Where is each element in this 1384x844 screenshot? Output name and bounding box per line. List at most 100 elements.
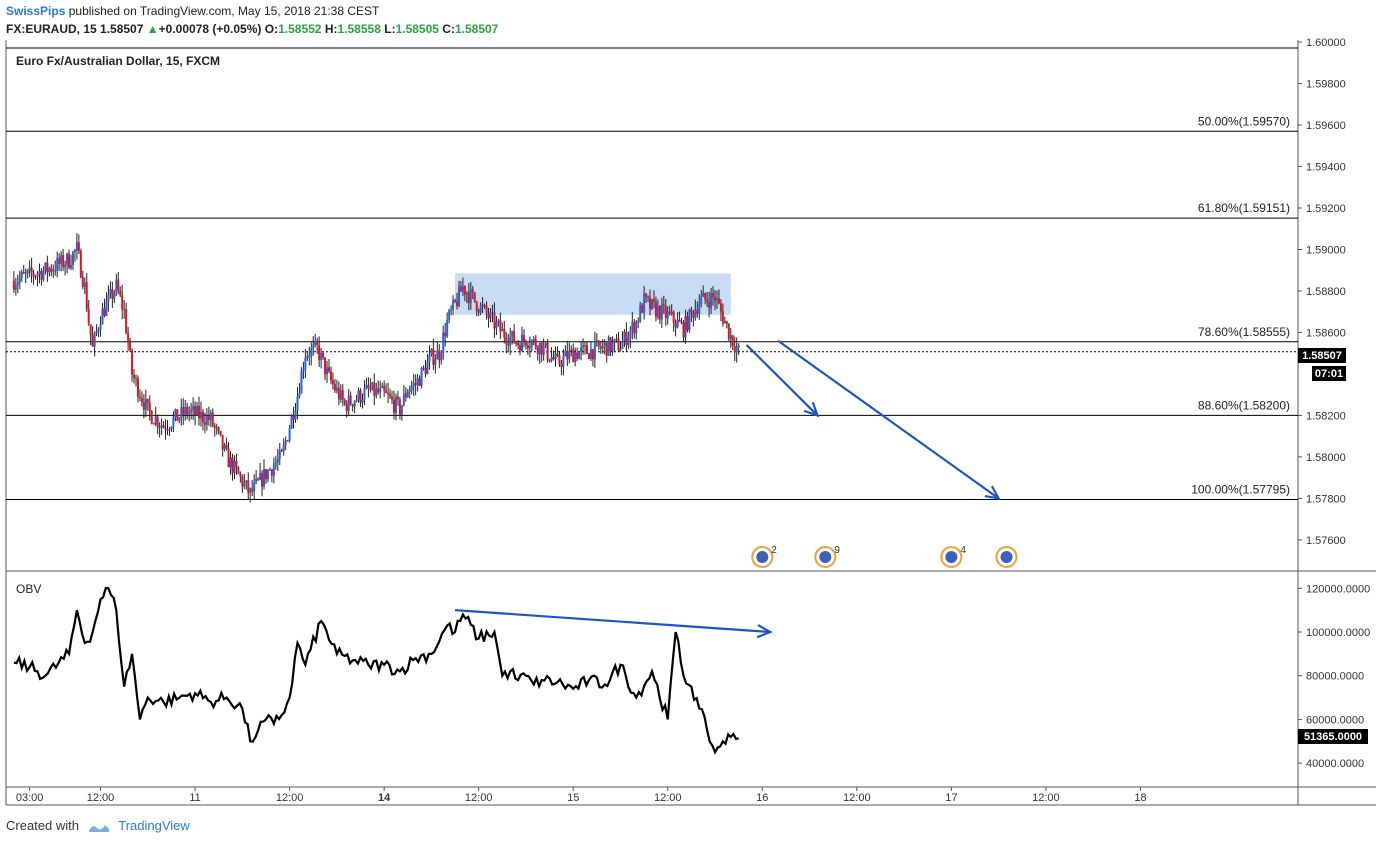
candle-body xyxy=(339,390,342,400)
tradingview-link[interactable]: TradingView xyxy=(118,818,190,833)
candle-body xyxy=(700,296,703,304)
price-tick-label: 1.59400 xyxy=(1306,162,1346,174)
candle-body xyxy=(129,342,132,351)
candle-body xyxy=(670,311,673,314)
candle-body xyxy=(174,409,177,418)
candle-body xyxy=(375,388,378,396)
candle-body xyxy=(442,332,445,354)
candle-body xyxy=(446,319,449,337)
chart-canvas[interactable]: 50.00%(1.59570) 61.80%(1.59151) 78.60%(1.5… xyxy=(0,0,1384,844)
candle-body xyxy=(148,402,151,412)
candle-body xyxy=(422,367,425,369)
candle-body xyxy=(489,312,492,319)
obv-tick-label: 100000.0000 xyxy=(1306,627,1370,639)
resistance-zone[interactable] xyxy=(455,273,731,315)
candle-body xyxy=(219,431,222,436)
candle-body xyxy=(156,416,159,428)
candle-body xyxy=(586,345,589,354)
candle-body xyxy=(123,309,126,311)
time-axis[interactable]: 03:00 12:00 11 12:00 14 12:00 15 12:00 16 12:00 17… xyxy=(16,787,1147,804)
candle-body xyxy=(247,480,250,493)
candle-body xyxy=(87,309,90,325)
candle-body xyxy=(532,339,535,341)
candle-body xyxy=(62,255,65,268)
event-markers[interactable]: 2 9 4 xyxy=(751,545,1018,568)
candle-body xyxy=(625,331,628,346)
price-tick-label: 1.60000 xyxy=(1306,37,1346,49)
candle-body xyxy=(274,462,277,466)
candle-body xyxy=(158,426,161,428)
candle-body xyxy=(103,308,106,316)
candle-body xyxy=(621,340,624,349)
candle-body xyxy=(105,301,108,316)
candle-body xyxy=(400,405,403,415)
candle-body xyxy=(75,242,78,251)
price-axis[interactable]: 1.60000 1.59800 1.59600 1.59400 1.59200 1.590… xyxy=(1298,37,1346,547)
candle-body xyxy=(432,348,435,365)
candle-body xyxy=(40,271,43,280)
candle-body xyxy=(85,282,88,310)
candle-body xyxy=(365,384,368,389)
candle-body xyxy=(708,302,711,308)
candle-body xyxy=(560,364,563,368)
candle-body xyxy=(93,333,96,347)
candle-body xyxy=(416,378,419,386)
created-with-text: Created with xyxy=(6,818,79,833)
time-tick-label: 16 xyxy=(756,792,768,804)
candle-body xyxy=(436,350,439,360)
candle-body xyxy=(298,393,301,397)
candle-body xyxy=(714,297,717,301)
candle-body xyxy=(54,269,57,271)
price-tick-label: 1.58200 xyxy=(1306,410,1346,422)
candle-body xyxy=(544,342,547,346)
candle-body xyxy=(469,288,472,303)
candle-body xyxy=(162,425,165,428)
price-tick-label: 1.59800 xyxy=(1306,79,1346,91)
candle-body xyxy=(692,312,695,318)
candle-body xyxy=(664,306,667,318)
candle-body xyxy=(286,440,289,442)
candle-body xyxy=(418,378,421,386)
candle-body xyxy=(259,472,262,480)
candle-body xyxy=(227,448,230,468)
candle-body xyxy=(676,319,679,328)
candle-body xyxy=(121,295,124,310)
candle-body xyxy=(351,404,354,407)
candle-body xyxy=(463,286,466,295)
candle-body xyxy=(733,345,736,353)
candle-body xyxy=(184,406,187,415)
candle-body xyxy=(243,482,246,487)
candle-body xyxy=(534,339,537,348)
candle-body xyxy=(662,304,665,307)
candle-body xyxy=(154,416,157,425)
candle-body xyxy=(14,285,17,290)
candle-body xyxy=(294,410,297,420)
forecast-arrows[interactable] xyxy=(454,339,1001,639)
candle-body xyxy=(440,353,443,361)
candle-body xyxy=(172,417,175,428)
candle-body xyxy=(645,293,648,297)
candle-body xyxy=(278,450,281,459)
candle-body xyxy=(371,382,374,390)
candle-body xyxy=(144,398,147,410)
candle-body xyxy=(501,328,504,332)
candle-body xyxy=(582,345,585,348)
candle-body xyxy=(542,345,545,355)
candle-body xyxy=(434,359,437,365)
candle-body xyxy=(357,390,360,400)
fib-label: 50.00%(1.59570) xyxy=(1198,114,1290,128)
candle-body xyxy=(207,415,210,420)
candle-body xyxy=(495,321,498,329)
candle-body xyxy=(649,297,652,309)
candle-body xyxy=(389,394,392,397)
candle-body xyxy=(341,390,344,400)
obv-tick-label: 80000.0000 xyxy=(1306,671,1364,683)
candle-body xyxy=(410,386,413,390)
candle-body xyxy=(48,268,51,273)
candle-body xyxy=(199,411,202,419)
candle-body xyxy=(595,340,598,342)
candle-body xyxy=(164,427,167,430)
candle-body xyxy=(530,340,533,347)
candle-body xyxy=(719,303,722,312)
candle-body xyxy=(249,488,252,493)
